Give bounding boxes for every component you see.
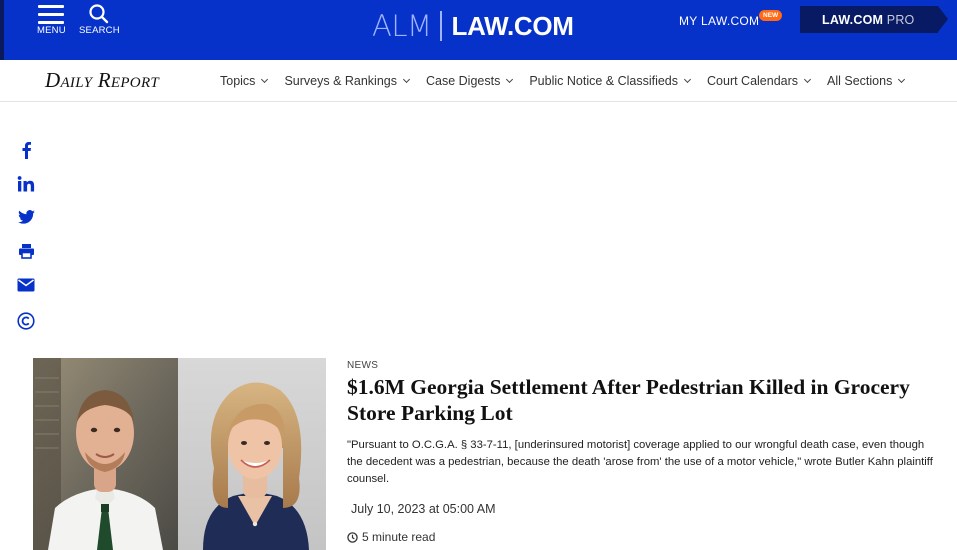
- read-time: 5 minute read: [347, 530, 435, 544]
- menu-label[interactable]: MENU: [37, 25, 66, 36]
- article-summary: "Pursuant to O.C.G.A. § 33-7-11, [underi…: [347, 439, 933, 485]
- linkedin-icon: [17, 176, 35, 192]
- twitter-share-button[interactable]: [14, 205, 38, 229]
- section-nav: Daily Report Topics Surveys & Rankings C…: [0, 60, 957, 102]
- article-photo[interactable]: [33, 358, 326, 550]
- chevron-down-icon: [683, 75, 692, 83]
- nav-item-topics[interactable]: Topics: [220, 74, 269, 88]
- search-button[interactable]: [88, 3, 110, 25]
- nav-item-surveys-rankings[interactable]: Surveys & Rankings: [284, 74, 411, 88]
- nav-item-label: Case Digests: [426, 74, 501, 88]
- copyright-button[interactable]: [14, 309, 38, 333]
- print-button[interactable]: [14, 239, 38, 263]
- my-law-com-link[interactable]: MY LAW.COM: [679, 14, 759, 28]
- search-label[interactable]: SEARCH: [79, 25, 120, 36]
- chevron-down-icon: [803, 75, 812, 83]
- twitter-icon: [17, 210, 35, 224]
- nav-item-court-calendars[interactable]: Court Calendars: [707, 74, 812, 88]
- nav-item-all-sections[interactable]: All Sections: [827, 74, 906, 88]
- article-headline[interactable]: $1.6M Georgia Settlement After Pedestria…: [347, 374, 955, 426]
- pro-label-main: LAW.COM: [822, 13, 884, 27]
- read-time-label: 5 minute read: [362, 530, 436, 544]
- law-com-pro-button[interactable]: LAW.COM PRO: [800, 6, 948, 33]
- article-date: July 10, 2023 at 05:00 AM: [351, 502, 496, 516]
- nav-item-public-notice[interactable]: Public Notice & Classifieds: [529, 74, 692, 88]
- chevron-down-icon: [506, 75, 514, 83]
- nav-menu: Topics Surveys & Rankings Case Digests P…: [220, 74, 921, 88]
- nav-item-case-digests[interactable]: Case Digests: [426, 74, 514, 88]
- nav-item-label: Court Calendars: [707, 74, 799, 88]
- copyright-icon: [17, 312, 35, 330]
- law-com-logo-text: LAW.COM: [451, 10, 574, 41]
- law-com-logo[interactable]: ALM LAW.COM: [372, 8, 574, 44]
- logo-divider: [439, 11, 442, 41]
- menu-icon-bar: [38, 21, 64, 24]
- chevron-down-icon: [261, 75, 269, 83]
- daily-report-logo[interactable]: Daily Report: [45, 68, 159, 93]
- email-share-button[interactable]: [14, 273, 38, 297]
- chevron-down-icon: [402, 75, 411, 83]
- header-edge: [0, 0, 4, 60]
- email-icon: [17, 278, 35, 292]
- facebook-share-button[interactable]: [14, 138, 38, 162]
- alm-logo-text: ALM: [372, 9, 432, 43]
- nav-item-label: Public Notice & Classifieds: [529, 74, 679, 88]
- nav-item-label: All Sections: [827, 74, 893, 88]
- global-header: MENU SEARCH ALM LAW.COM MY LAW.COM NEW L…: [0, 0, 957, 60]
- linkedin-share-button[interactable]: [14, 172, 38, 196]
- new-badge: NEW: [759, 10, 783, 21]
- menu-icon: [38, 5, 64, 8]
- pro-label-suffix: PRO: [883, 13, 915, 27]
- nav-item-label: Topics: [220, 74, 256, 88]
- nav-item-label: Surveys & Rankings: [284, 74, 397, 88]
- pro-button-label: LAW.COM PRO: [822, 13, 915, 27]
- article-category[interactable]: NEWS: [347, 360, 378, 371]
- search-icon: [89, 4, 109, 24]
- article-photo-image: [33, 358, 326, 550]
- facebook-icon: [22, 142, 31, 159]
- clock-icon: [347, 531, 358, 543]
- print-icon: [18, 244, 34, 259]
- chevron-down-icon: [898, 75, 906, 83]
- menu-icon-bar: [38, 13, 64, 16]
